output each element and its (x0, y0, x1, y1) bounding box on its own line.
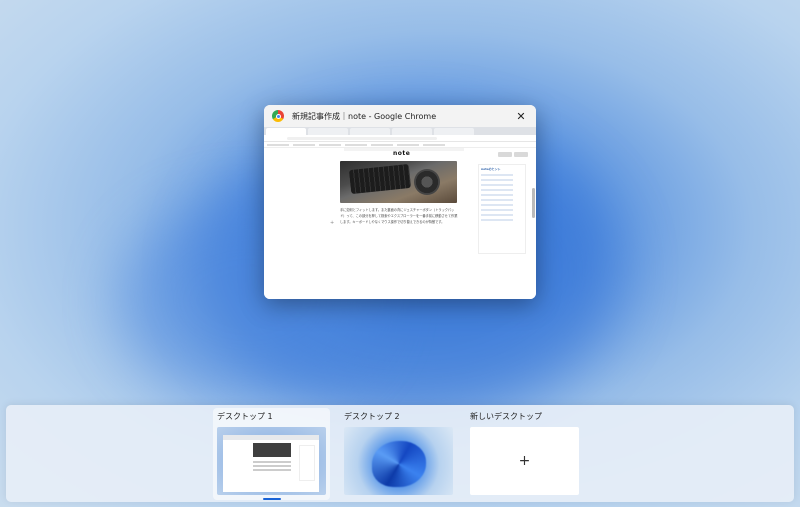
new-desktop-button[interactable]: + (470, 427, 579, 495)
desktop-2[interactable]: デスクトップ 2 (344, 411, 453, 495)
side-panel: noteのヒント (478, 164, 526, 254)
desktop-2-thumbnail[interactable] (344, 427, 453, 495)
new-desktop[interactable]: 新しいデスクトップ + (470, 411, 579, 495)
add-block-icon[interactable]: + (330, 220, 334, 226)
desktop-1-label: デスクトップ 1 (217, 412, 273, 421)
browser-tab[interactable] (434, 128, 474, 135)
address-bar[interactable] (264, 135, 536, 142)
new-desktop-label: 新しいデスクトップ (470, 412, 542, 421)
chrome-icon (272, 110, 284, 122)
close-icon[interactable]: ✕ (514, 110, 528, 123)
mini-window (223, 435, 319, 492)
header-button[interactable] (498, 152, 512, 157)
desktop-1-thumbnail[interactable] (217, 427, 326, 495)
browser-tab[interactable] (308, 128, 348, 135)
page-header-buttons (498, 152, 528, 157)
browser-tab-strip (264, 127, 536, 135)
scrollbar[interactable] (532, 188, 535, 218)
plus-icon: + (518, 453, 531, 469)
article-text: 手に如何とフィットします。また裏面の背にジェスチャーボタン（トラックパッド）って… (340, 208, 458, 224)
header-button[interactable] (514, 152, 528, 157)
browser-tab[interactable] (266, 128, 306, 135)
desktop-1[interactable]: デスクトップ 1 (213, 408, 330, 500)
keyboard-photo (340, 161, 457, 203)
window-titlebar: 新規記事作成｜note - Google Chrome ✕ (264, 105, 536, 127)
site-logo: note (393, 150, 411, 157)
web-page: note 手に如何とフィットします。また裏面の背にジェスチャーボタン（トラックパ… (264, 148, 536, 299)
task-view-window[interactable]: 新規記事作成｜note - Google Chrome ✕ note 手に如何と… (264, 105, 536, 299)
window-title: 新規記事作成｜note - Google Chrome (292, 111, 437, 121)
desktop-2-label: デスクトップ 2 (344, 412, 400, 421)
active-indicator (262, 498, 281, 500)
browser-tab[interactable] (392, 128, 432, 135)
side-panel-title: noteのヒント (481, 167, 501, 171)
virtual-desktops-bar: デスクトップ 1 デスクトップ 2 新しいデスクトップ + (6, 405, 794, 502)
browser-tab[interactable] (350, 128, 390, 135)
